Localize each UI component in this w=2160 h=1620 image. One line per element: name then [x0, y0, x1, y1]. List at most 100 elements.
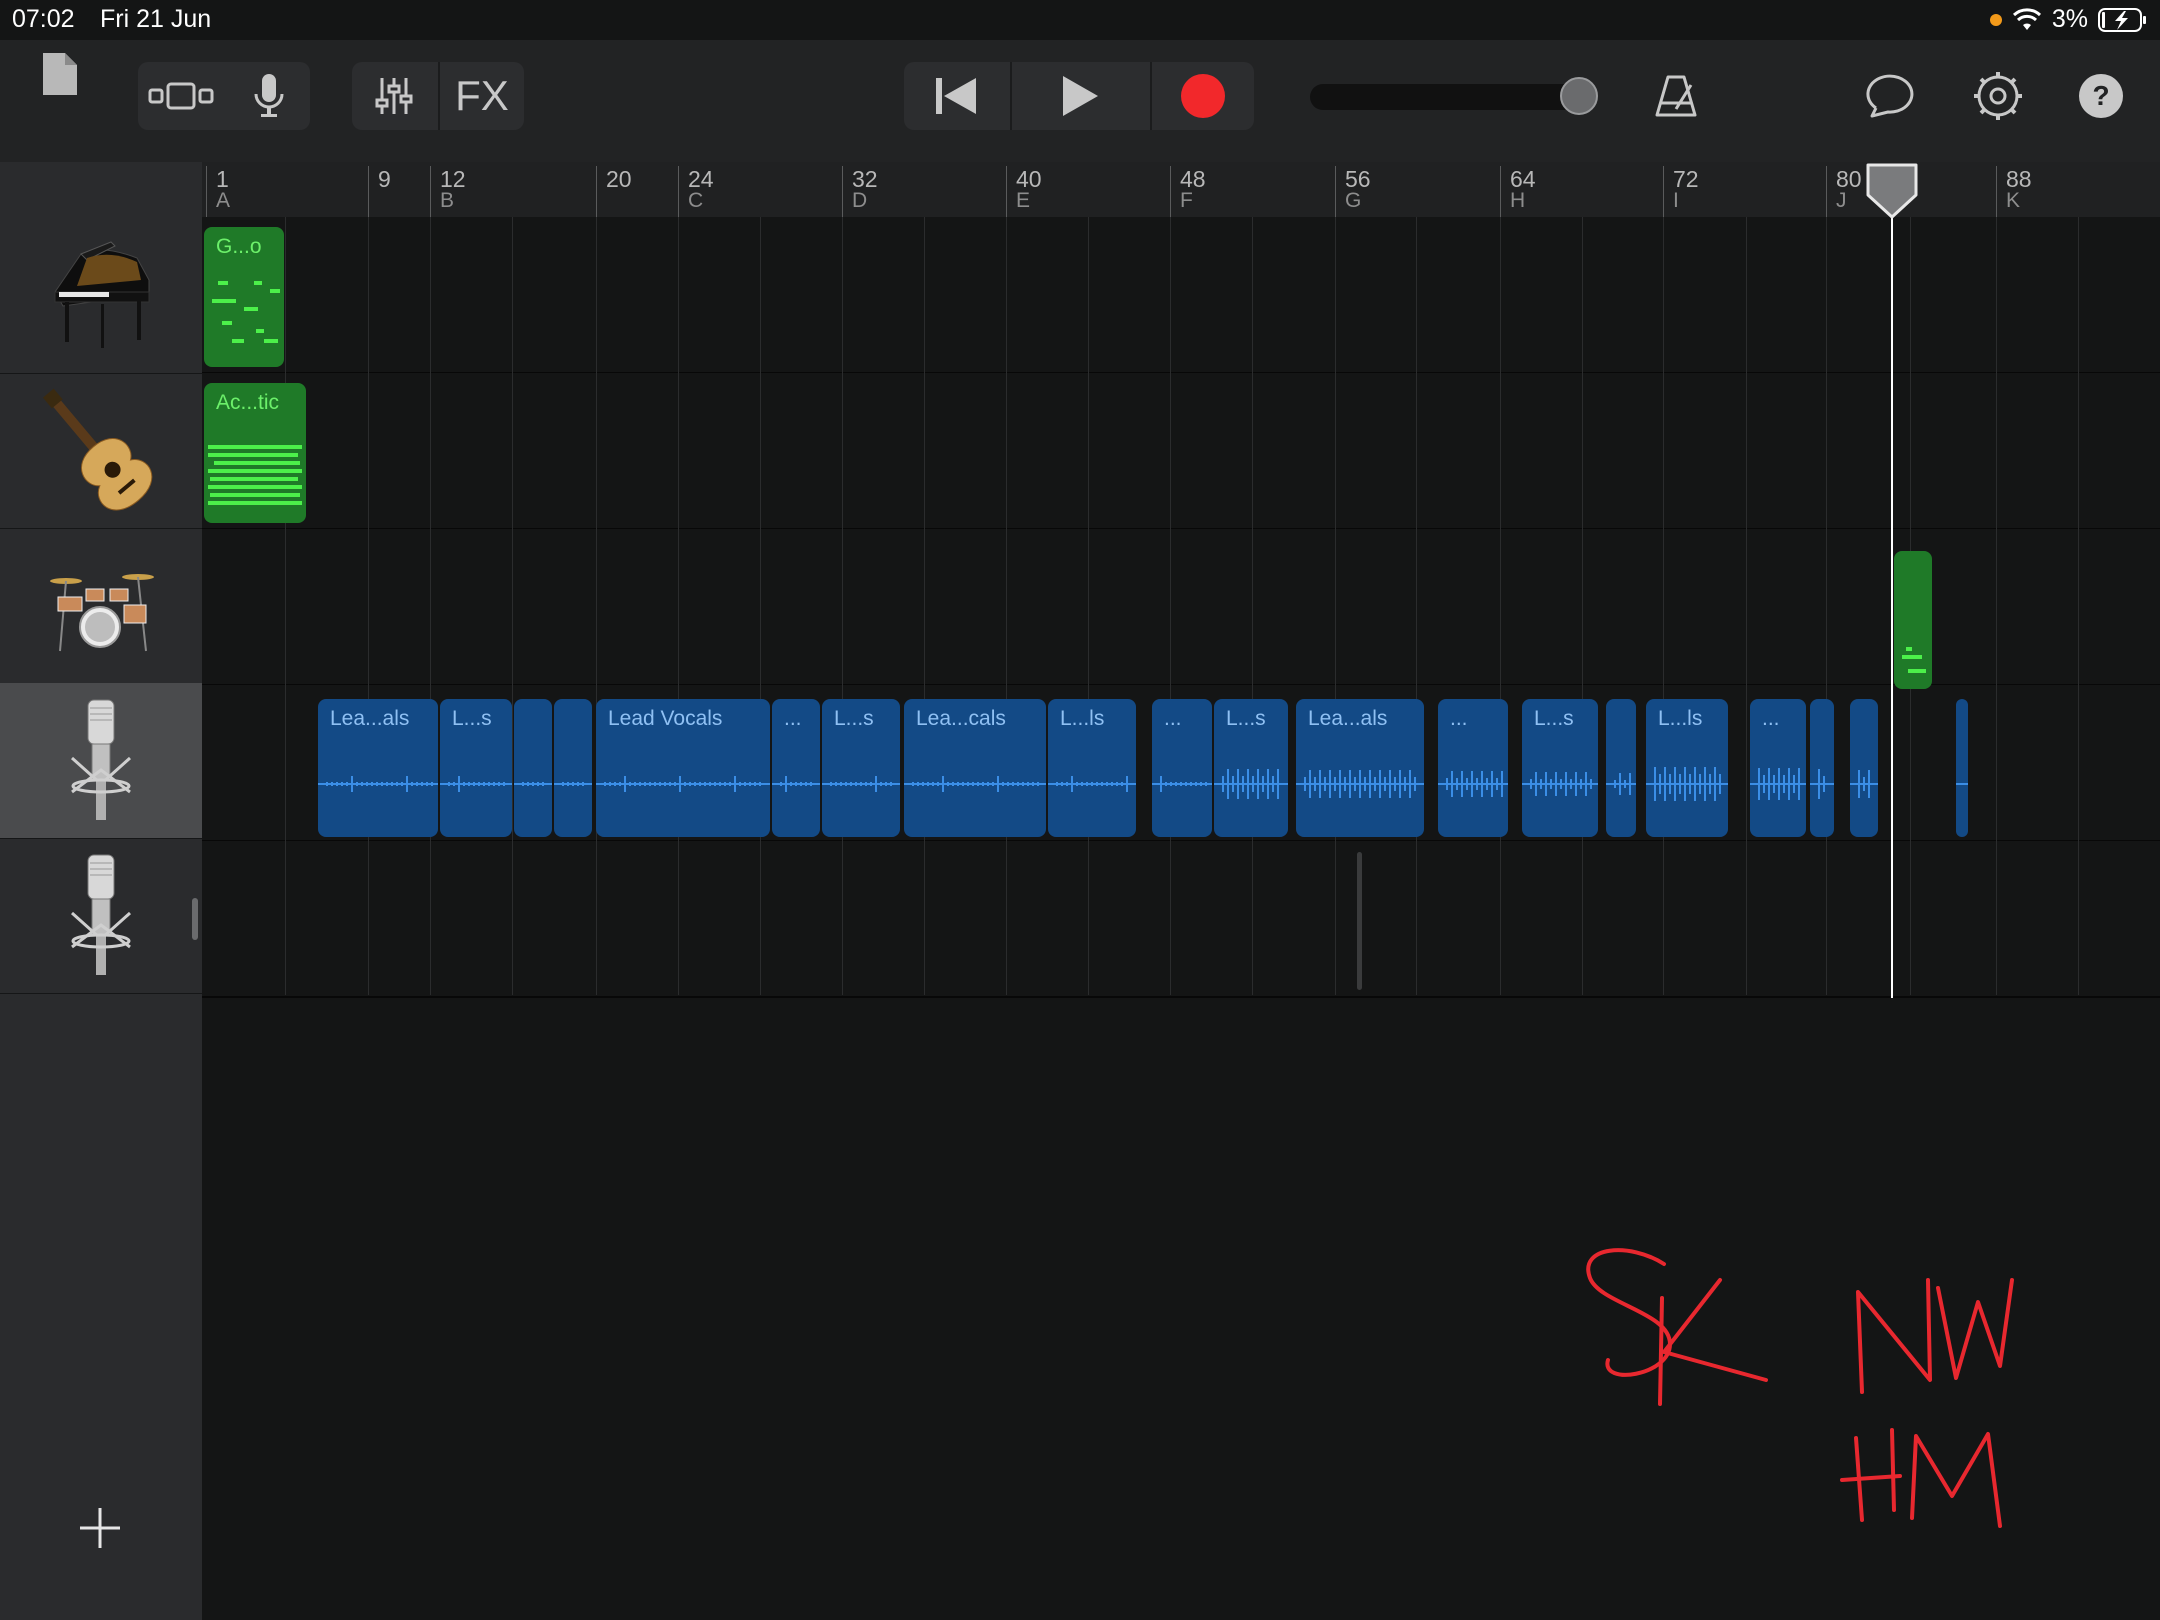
waveform-bar: [1394, 777, 1396, 791]
document-icon[interactable]: [38, 40, 82, 108]
waveform-bar: [1629, 773, 1631, 795]
waveform-bar: [937, 782, 939, 786]
ruler-bar-line: [368, 166, 369, 217]
waveform-bar: [982, 782, 984, 786]
status-right: 3%: [1989, 5, 2148, 34]
header-resize-handle[interactable]: [192, 898, 198, 940]
waveform-bar: [1277, 769, 1279, 799]
waveform-bar: [840, 782, 842, 786]
audio-region[interactable]: Lea...als: [318, 699, 438, 837]
settings-icon[interactable]: [1970, 62, 2026, 130]
record-icon[interactable]: [1152, 62, 1254, 130]
audio-region[interactable]: Lead Vocals: [596, 699, 770, 837]
track-header-vocals-2[interactable]: [0, 838, 202, 994]
waveform-bar: [1272, 776, 1274, 792]
waveform-bar: [401, 782, 403, 786]
waveform-bar: [1195, 782, 1197, 786]
waveform-bar: [1324, 777, 1326, 791]
waveform-bar: [453, 782, 455, 786]
region-label: ...: [1450, 707, 1468, 730]
audio-region[interactable]: L...ls: [1646, 699, 1728, 837]
audio-region[interactable]: L...ls: [1048, 699, 1136, 837]
midi-region[interactable]: [1894, 551, 1932, 689]
region-label: Ac...tic: [216, 391, 280, 414]
metronome-icon[interactable]: [1648, 62, 1704, 130]
mixer-icon[interactable]: [352, 62, 436, 130]
audio-region[interactable]: [554, 699, 592, 837]
waveform-bar: [729, 782, 731, 786]
grid-line: [368, 217, 369, 995]
track-lane[interactable]: [202, 841, 2160, 998]
waveform-bar: [1486, 778, 1488, 790]
midi-note: [1908, 669, 1926, 673]
audio-region[interactable]: [1956, 699, 1968, 837]
midi-region[interactable]: G...o: [204, 227, 284, 367]
audio-region[interactable]: Lea...als: [1296, 699, 1424, 837]
microphone-icon[interactable]: [228, 62, 310, 130]
midi-region[interactable]: Ac...tic: [204, 383, 306, 523]
waveform-bar: [1778, 768, 1780, 800]
fx-button[interactable]: FX: [440, 62, 524, 130]
audio-region[interactable]: ...: [1438, 699, 1508, 837]
waveform-bar: [1374, 777, 1376, 791]
audio-region[interactable]: L...s: [822, 699, 900, 837]
waveform-bar: [865, 782, 867, 786]
audio-region[interactable]: L...s: [440, 699, 512, 837]
help-icon[interactable]: ?: [2076, 62, 2126, 130]
audio-region[interactable]: L...s: [1214, 699, 1288, 837]
waveform-bar: [780, 782, 782, 786]
waveform-bar: [1170, 782, 1172, 786]
waveform-bar: [572, 782, 574, 786]
loop-icon[interactable]: [1864, 62, 1920, 130]
waveform-bar: [927, 782, 929, 786]
microphone-icon: [70, 699, 132, 820]
region-label: ...: [1164, 707, 1182, 730]
waveform-bar: [1654, 767, 1656, 801]
waveform-bar: [1496, 778, 1498, 790]
track-lane[interactable]: [202, 373, 2160, 530]
add-track-icon[interactable]: [60, 1488, 140, 1568]
grid-line: [842, 217, 843, 995]
waveform-line: [1956, 783, 1968, 785]
region-label: ...: [1762, 707, 1780, 730]
track-lane[interactable]: [202, 529, 2160, 686]
playhead-handle[interactable]: [1866, 163, 1918, 219]
audio-region[interactable]: ...: [772, 699, 820, 837]
track-header-vocals[interactable]: [0, 683, 202, 839]
waveform-bar: [1570, 779, 1572, 789]
waveform-bar: [1061, 782, 1063, 786]
waveform-bar: [1619, 773, 1621, 795]
waveform-bar: [411, 782, 413, 786]
track-header-drums[interactable]: [0, 528, 202, 684]
ruler-section-letter: H: [1510, 189, 1526, 212]
waveform-line: [1810, 783, 1834, 785]
track-header-guitar[interactable]: [0, 373, 202, 529]
track-header-piano[interactable]: [0, 218, 202, 374]
grid-line: [512, 217, 513, 995]
play-icon[interactable]: [1012, 62, 1148, 130]
audio-region[interactable]: ...: [1152, 699, 1212, 837]
master-volume-thumb[interactable]: [1560, 77, 1598, 115]
waveform-bar: [1262, 776, 1264, 792]
master-volume-slider[interactable]: [1310, 84, 1590, 110]
waveform-bar: [1404, 777, 1406, 791]
waveform-bar: [957, 782, 959, 786]
track-lane[interactable]: [202, 217, 2160, 374]
waveform-bar: [341, 782, 343, 786]
waveform-bar: [835, 782, 837, 786]
audio-region[interactable]: [1606, 699, 1636, 837]
waveform-bar: [1545, 772, 1547, 796]
ruler-section-letter: F: [1180, 189, 1193, 212]
audio-region[interactable]: Lea...cals: [904, 699, 1046, 837]
skip-back-icon[interactable]: [904, 62, 1008, 130]
loop-browser-icon[interactable]: [138, 62, 224, 130]
waveform-bar: [709, 782, 711, 786]
track-lanes: [202, 217, 2160, 998]
audio-region[interactable]: L...s: [1522, 699, 1598, 837]
midi-note: [210, 477, 298, 481]
audio-region[interactable]: ...: [1750, 699, 1806, 837]
waveform-bar: [644, 782, 646, 786]
audio-region[interactable]: [1810, 699, 1834, 837]
audio-region[interactable]: [1850, 699, 1878, 837]
audio-region[interactable]: [514, 699, 552, 837]
